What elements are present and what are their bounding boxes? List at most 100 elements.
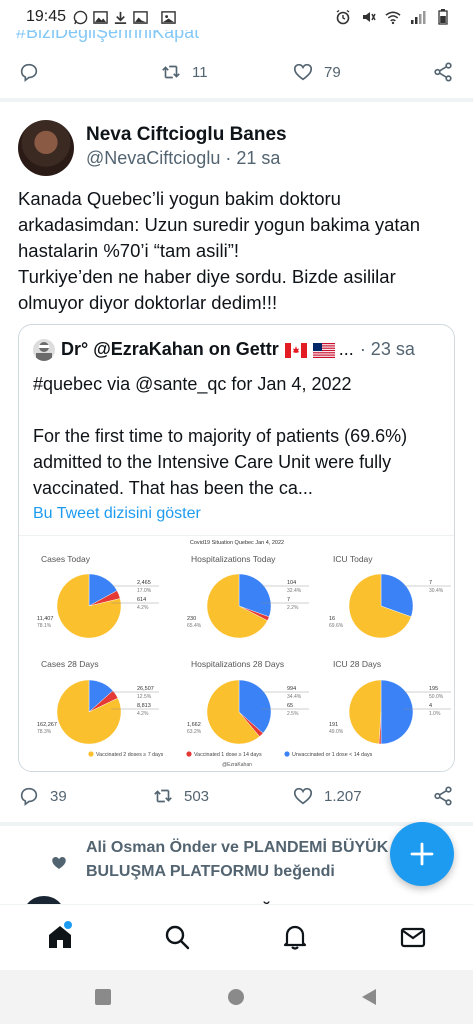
pie-value-label: 1,662 [187, 722, 201, 728]
signal-icon [410, 9, 426, 25]
pie-pct-label: 2.2% [287, 605, 299, 611]
tweet-author-handle[interactable]: @NevaCiftcioglu [86, 148, 220, 168]
pie-panel-title: ICU 28 Days [333, 659, 381, 669]
pie-slice-vaccinated_2 [348, 679, 382, 745]
like-count: 79 [324, 63, 341, 81]
retweet-count: 503 [184, 787, 210, 805]
pie-slice-unvaccinated [380, 679, 414, 745]
reply-button[interactable]: 39 [18, 785, 67, 807]
quote-avatar [33, 339, 55, 361]
avatar[interactable] [18, 120, 74, 176]
battery-icon [435, 9, 451, 25]
share-icon [434, 62, 452, 82]
reply-icon [20, 63, 38, 82]
retweet-button[interactable]: 503 [152, 785, 209, 807]
retweet-count: 11 [192, 63, 208, 81]
compose-tweet-button[interactable] [390, 822, 454, 886]
bell-icon[interactable] [281, 923, 309, 951]
heart-icon [293, 787, 313, 805]
pie-pct-label: 63.2% [187, 729, 202, 735]
tweet-text: Kanada Quebec’li yogun bakim doktoru ark… [18, 188, 421, 313]
tweet-author-handle-line: @NevaCiftcioglu · 21 sa [86, 148, 280, 169]
wifi-icon [385, 9, 401, 25]
divider [0, 98, 473, 102]
heart-icon [293, 63, 313, 81]
pie-panel-title: Cases 28 Days [41, 659, 99, 669]
home-circle-icon[interactable] [227, 988, 245, 1006]
like-button[interactable]: 79 [292, 61, 341, 83]
pie-pct-label: 2.5% [287, 711, 299, 717]
back-icon[interactable] [360, 988, 378, 1006]
pie-panel-title: Hospitalizations 28 Days [191, 659, 284, 669]
pie-pct-label: 69.6% [329, 623, 344, 629]
quote-tweet-card[interactable]: Dr° @EzraKahan on Gettr ... · 23 sa #que… [18, 324, 455, 772]
system-navigation-bar [0, 970, 473, 1024]
pie-pct-label: 17.0% [137, 588, 152, 594]
pie-value-label: 4 [429, 703, 432, 709]
status-bar: 19:45 [0, 0, 473, 34]
reply-count: 39 [50, 787, 67, 805]
quote-header: Dr° @EzraKahan on Gettr ... · 23 sa [61, 339, 441, 360]
whatsapp-icon [72, 9, 88, 25]
quote-text: #quebec via @sante_qc for Jan 4, 2022 Fo… [33, 374, 408, 498]
pie-value-label: 104 [287, 580, 296, 586]
pie-value-label: 7 [429, 580, 432, 586]
like-button[interactable]: 1.207 [292, 785, 362, 807]
pie-pct-label: 65.4% [187, 623, 202, 629]
download-icon [112, 9, 128, 25]
recents-icon[interactable] [94, 988, 112, 1006]
show-thread-link[interactable]: Bu Tweet dizisini göster [33, 505, 201, 523]
pie-value-label: 2,465 [137, 580, 151, 586]
pie-value-label: 614 [137, 597, 146, 603]
tweet-actions: 39 503 1.207 [0, 780, 473, 812]
prev-tweet-actions: 11 79 [0, 56, 473, 88]
usa-flag-icon [312, 342, 335, 358]
mute-icon [360, 9, 376, 25]
reply-icon [20, 787, 38, 806]
reply-button[interactable] [18, 61, 40, 83]
pie-panel-title: Hospitalizations Today [191, 554, 276, 564]
pie-value-label: 994 [287, 686, 296, 692]
retweet-button[interactable]: 11 [160, 61, 208, 83]
liked-by-text: Ali Osman Önder ve PLANDEMİ BÜYÜK BULUŞM… [86, 839, 389, 880]
tweet-time: · 21 sa [225, 148, 281, 168]
alarm-icon [335, 9, 351, 25]
pie-pct-label: 78.1% [37, 623, 52, 629]
share-button[interactable] [432, 785, 454, 807]
pie-value-label: 230 [187, 616, 196, 622]
quote-time: · 23 sa [359, 339, 415, 359]
pie-value-label: 162,267 [37, 722, 57, 728]
legend-label: Vaccinated 2 doses ≥ 7 days [96, 752, 164, 758]
divider [0, 822, 473, 826]
pie-pct-label: 50.0% [429, 694, 444, 700]
quote-author-name: Dr° @EzraKahan on Gettr [61, 339, 279, 359]
legend-swatch [284, 751, 290, 757]
pie-pct-label: 49.0% [329, 729, 344, 735]
bottom-navigation [0, 904, 473, 970]
pie-value-label: 191 [329, 722, 338, 728]
search-icon[interactable] [163, 923, 191, 951]
mail-icon[interactable] [399, 923, 427, 951]
pie-value-label: 7 [287, 597, 290, 603]
plus-icon [410, 842, 434, 866]
pie-value-label: 8,813 [137, 703, 151, 709]
gallery-notification-icon [92, 9, 108, 25]
retweet-icon [162, 65, 180, 79]
share-icon [434, 786, 452, 806]
tweet-author-name[interactable]: Neva Ciftcioglu Banes [86, 124, 287, 146]
like-count: 1.207 [324, 787, 362, 805]
quote-name-ellipsis: ... [338, 339, 354, 359]
pie-value-label: 26,507 [137, 686, 154, 692]
share-button[interactable] [432, 61, 454, 83]
legend-label: Unvaccinated or 1 dose < 14 days [292, 752, 373, 758]
legend-swatch [88, 751, 94, 757]
retweet-icon [154, 789, 172, 803]
pie-value-label: 65 [287, 703, 293, 709]
pie-pct-label: 12.5% [137, 694, 152, 700]
pie-pct-label: 78.3% [37, 729, 52, 735]
status-time: 19:45 [26, 8, 67, 25]
covid-chart-image[interactable]: Covid19 Situation Quebec Jan 4, 2022 Case… [19, 535, 454, 771]
pie-panel-title: Cases Today [41, 554, 91, 564]
pie-pct-label: 4.2% [137, 605, 149, 611]
pie-pct-label: 4.2% [137, 711, 149, 717]
